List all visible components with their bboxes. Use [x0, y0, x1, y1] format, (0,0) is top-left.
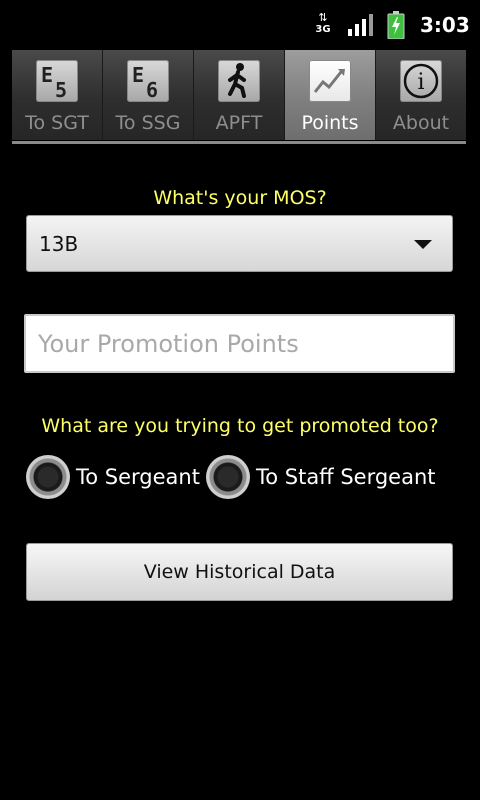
svg-text:i: i — [417, 70, 424, 95]
e6-rank-icon: E 6 — [127, 60, 169, 102]
network-type-label: 3G — [315, 24, 331, 35]
tab-apft[interactable]: APFT — [194, 50, 285, 140]
app-screen: ⇅ 3G 3:03 E 5 To SGT E 6 To SSG APFT Poi… — [0, 0, 480, 800]
tab-about[interactable]: i About — [376, 50, 466, 140]
radio-button-icon[interactable] — [205, 455, 250, 499]
promotion-prompt: What are you trying to get promoted too? — [41, 415, 439, 437]
mos-spinner[interactable]: 13B — [26, 215, 453, 272]
radio-to-sergeant[interactable]: To Sergeant — [26, 455, 200, 499]
walking-person-icon — [218, 60, 260, 102]
radio-button-icon[interactable] — [26, 455, 70, 499]
tab-label: To SGT — [25, 112, 89, 134]
radio-to-staff-sergeant[interactable]: To Staff Sergeant — [205, 455, 436, 499]
mos-selected-value: 13B — [39, 232, 79, 256]
view-historical-data-button[interactable]: View Historical Data — [26, 543, 453, 601]
svg-text:5: 5 — [55, 78, 67, 102]
e5-rank-icon: E 5 — [36, 60, 78, 102]
status-bar: ⇅ 3G 3:03 — [0, 0, 480, 50]
signal-icon — [348, 14, 373, 36]
svg-text:6: 6 — [146, 78, 158, 102]
promotion-target-radio-group: To Sergeant To Staff Sergeant — [26, 453, 442, 501]
svg-text:E: E — [41, 63, 53, 87]
tab-label: About — [392, 112, 450, 134]
radio-label: To Staff Sergeant — [255, 465, 436, 489]
data-transfer-icon: ⇅ 3G — [312, 12, 334, 38]
promotion-points-input[interactable] — [24, 314, 455, 373]
dropdown-arrow-icon — [414, 240, 432, 249]
status-clock: 3:03 — [420, 13, 470, 37]
tab-to-sgt[interactable]: E 5 To SGT — [12, 50, 103, 140]
line-chart-icon — [309, 60, 351, 102]
tab-bar: E 5 To SGT E 6 To SSG APFT Points i Abou… — [12, 50, 466, 142]
tab-bar-divider — [12, 141, 466, 144]
battery-charging-icon — [387, 11, 405, 39]
tab-points[interactable]: Points — [285, 50, 376, 140]
tab-label: APFT — [215, 112, 263, 134]
tab-label: Points — [301, 112, 359, 134]
mos-prompt: What's your MOS? — [153, 187, 327, 209]
info-icon: i — [400, 60, 442, 102]
svg-text:E: E — [132, 63, 144, 87]
tab-to-ssg[interactable]: E 6 To SSG — [103, 50, 194, 140]
tab-label: To SSG — [115, 112, 181, 134]
radio-label: To Sergeant — [76, 465, 200, 489]
